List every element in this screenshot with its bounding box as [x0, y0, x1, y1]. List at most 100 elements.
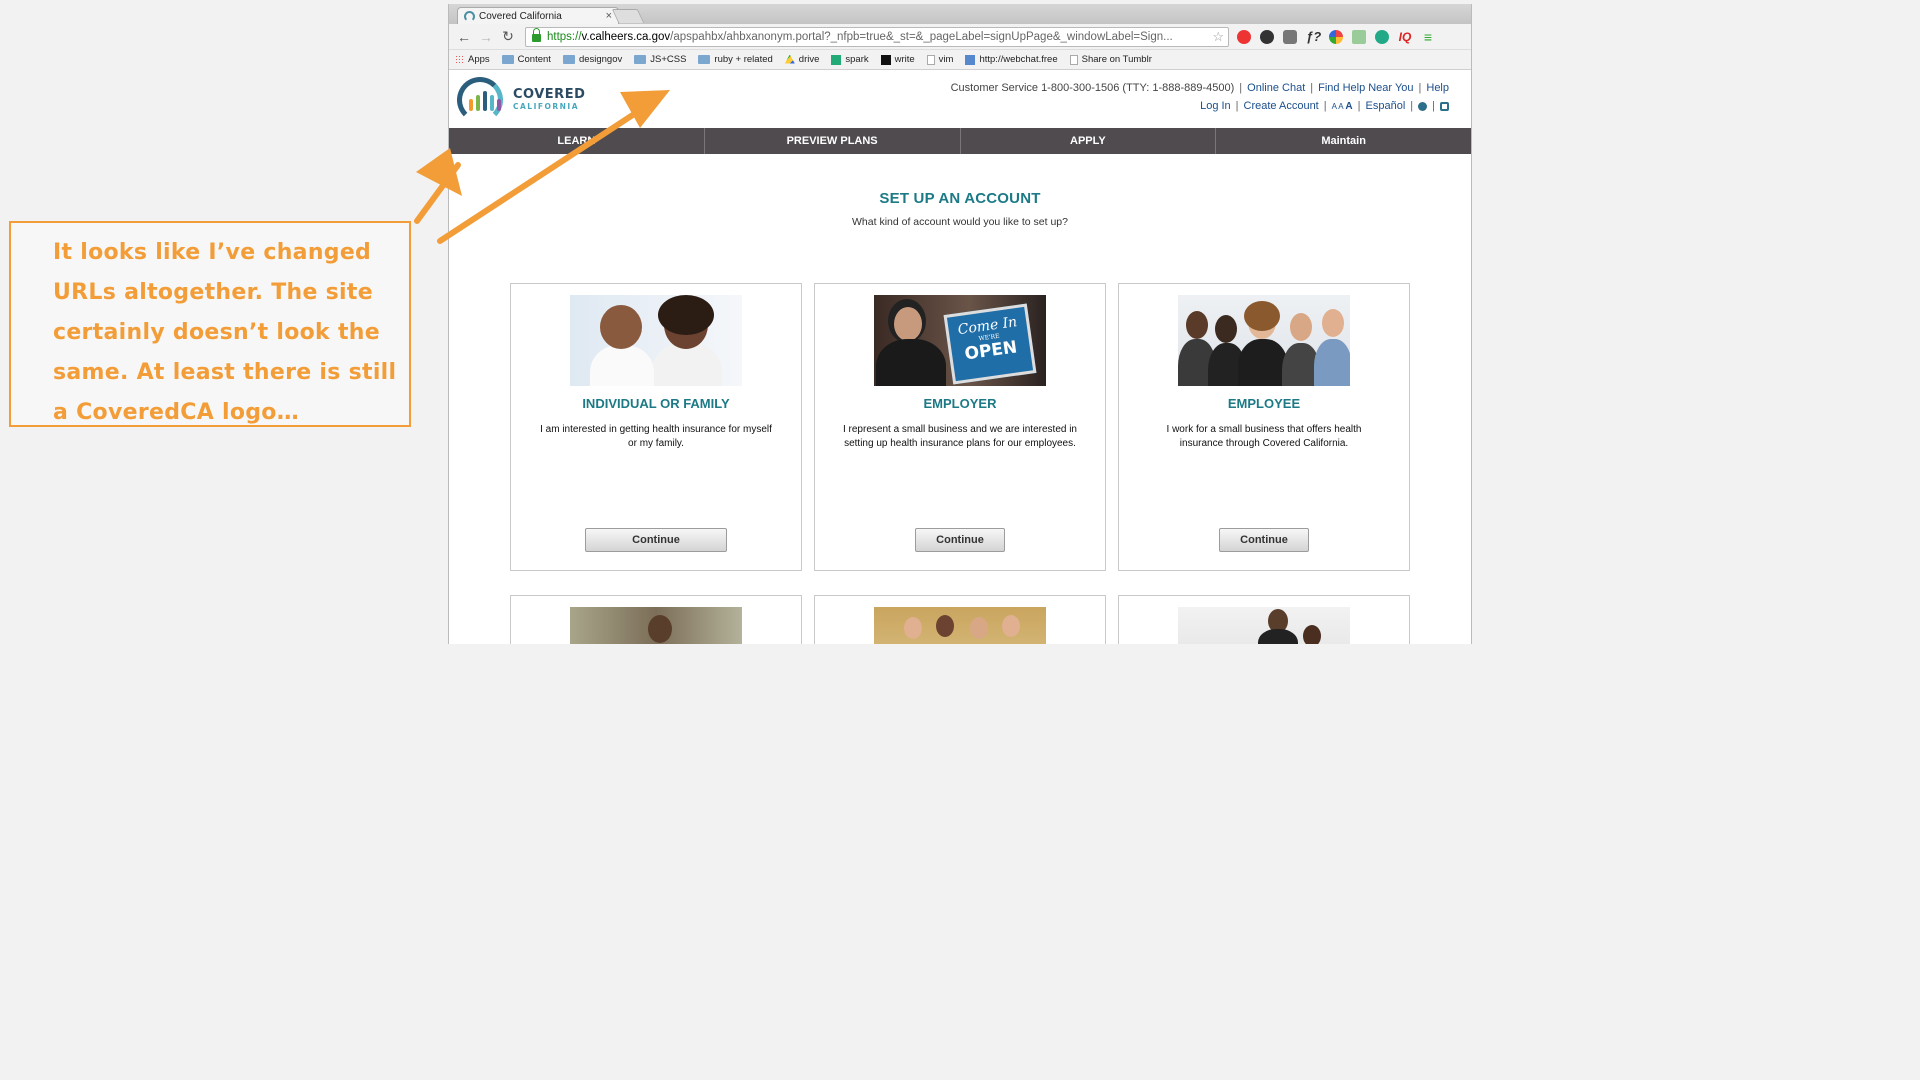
page-icon — [1069, 54, 1078, 65]
print-icon[interactable] — [1440, 101, 1449, 111]
webchat-icon — [965, 54, 976, 65]
browser-window: Covered California × ← → ↻ https:// v.ca… — [448, 4, 1472, 644]
utility-links: Customer Service 1-800-300-1506 (TTY: 1-… — [950, 82, 1449, 112]
url-path: /apspahbx/ahbxanonym.portal?_nfpb=true&_… — [670, 30, 1173, 43]
bookmarks-bar: Apps Content designgov JS+CSS ruby + rel… — [449, 50, 1471, 70]
continue-button-employer[interactable]: Continue — [915, 528, 1005, 552]
online-chat-link[interactable]: Online Chat — [1247, 82, 1305, 94]
content-area: SET UP AN ACCOUNT What kind of account w… — [449, 190, 1471, 228]
browser-toolbar: ← → ↻ https:// v.calheers.ca.gov /apspah… — [449, 24, 1471, 50]
page-icon — [926, 54, 935, 65]
card-description: I represent a small business and we are … — [842, 424, 1077, 449]
forward-button[interactable]: → — [475, 29, 497, 45]
employee-photo — [1178, 295, 1350, 386]
customer-service-text: Customer Service 1-800-300-1506 (TTY: 1-… — [950, 82, 1235, 94]
page-title: SET UP AN ACCOUNT — [879, 190, 1041, 207]
account-type-grid: INDIVIDUAL OR FAMILY I am interested in … — [510, 283, 1413, 571]
bookmark-star-icon[interactable]: ☆ — [1206, 29, 1224, 45]
new-tab-button[interactable] — [611, 9, 645, 23]
main-navigation: LEARN PREVIEW PLANS APPLY Maintain — [449, 128, 1471, 154]
close-tab-icon[interactable]: × — [606, 10, 612, 22]
font-extension-icon[interactable]: ƒ? — [1306, 29, 1321, 44]
logo-mark-icon — [455, 75, 507, 123]
find-help-link[interactable]: Find Help Near You — [1318, 82, 1413, 94]
continue-button-individual[interactable]: Continue — [585, 528, 727, 552]
bookmark-content[interactable]: Content — [501, 54, 551, 65]
open-sign: Come In WE'RE OPEN — [943, 303, 1037, 385]
card-description: I am interested in getting health insura… — [540, 424, 772, 449]
folder-icon — [698, 55, 711, 64]
folder-icon — [562, 55, 575, 64]
bookmark-ruby[interactable]: ruby + related — [698, 54, 773, 65]
account-card-individual: INDIVIDUAL OR FAMILY I am interested in … — [510, 283, 802, 571]
account-card-row2-3 — [1118, 595, 1410, 644]
nav-apply[interactable]: APPLY — [961, 128, 1217, 154]
bookmark-tumblr[interactable]: Share on Tumblr — [1069, 54, 1152, 65]
menu-icon[interactable]: ≡ — [1421, 30, 1435, 44]
account-card-row2-2 — [814, 595, 1106, 644]
bookmark-spark[interactable]: spark — [831, 54, 869, 65]
create-account-link[interactable]: Create Account — [1244, 100, 1319, 112]
covered-california-logo[interactable]: COVERED CALIFORNIA — [455, 75, 585, 123]
iq-extension-icon[interactable]: IQ — [1398, 30, 1412, 44]
tab-strip: Covered California × — [449, 4, 1471, 24]
nav-learn[interactable]: LEARN — [449, 128, 705, 154]
bookmark-write[interactable]: write — [880, 54, 915, 65]
help-link[interactable]: Help — [1426, 82, 1449, 94]
account-card-employer: Come In WE'RE OPEN EMPLOYER I represent … — [814, 283, 1106, 571]
write-icon — [880, 54, 891, 65]
browser-tab[interactable]: Covered California × — [457, 7, 619, 24]
tabs-extension-icon[interactable] — [1352, 29, 1366, 44]
login-link[interactable]: Log In — [1200, 100, 1231, 112]
url-host: v.calheers.ca.gov — [581, 30, 671, 43]
drive-icon — [784, 54, 795, 64]
card-title: EMPLOYER — [923, 396, 997, 411]
web-page: COVERED CALIFORNIA Customer Service 1-80… — [449, 70, 1471, 644]
globe-icon[interactable] — [1418, 101, 1428, 111]
card-title: INDIVIDUAL OR FAMILY — [582, 396, 730, 411]
favicon-icon — [464, 10, 475, 22]
bookmark-vim[interactable]: vim — [926, 54, 953, 65]
font-size-control[interactable]: A A A — [1332, 101, 1353, 112]
bookmark-js-css[interactable]: JS+CSS — [634, 54, 686, 65]
card-description: I work for a small business that offers … — [1166, 424, 1362, 449]
bookmark-drive[interactable]: drive — [784, 54, 819, 65]
site-header: COVERED CALIFORNIA Customer Service 1-80… — [449, 70, 1471, 128]
account-card-employee: EMPLOYEE I work for a small business tha… — [1118, 283, 1410, 571]
individual-family-photo — [570, 295, 742, 386]
new-extension-icon[interactable] — [1375, 29, 1389, 44]
account-type-grid-row2 — [510, 595, 1413, 644]
espanol-link[interactable]: Español — [1366, 100, 1406, 112]
row2-photo-3 — [1178, 607, 1350, 644]
address-bar[interactable]: https:// v.calheers.ca.gov /apspahbx/ahb… — [525, 26, 1229, 47]
logo-text-covered: COVERED — [513, 86, 586, 102]
page-subtitle: What kind of account would you like to s… — [852, 216, 1068, 228]
annotation-text: It looks like I’ve changed URLs altogeth… — [53, 240, 397, 425]
account-card-row2-1 — [510, 595, 802, 644]
row2-photo-2 — [874, 607, 1046, 644]
url-scheme: https:// — [547, 30, 582, 43]
adblock-extension-icon[interactable] — [1237, 29, 1251, 44]
extension-icons: ƒ? IQ ≡ — [1237, 29, 1435, 44]
lock-icon — [532, 28, 541, 42]
back-button[interactable]: ← — [453, 29, 475, 45]
spark-icon — [831, 54, 842, 65]
nav-preview-plans[interactable]: PREVIEW PLANS — [705, 128, 961, 154]
colorpicker-extension-icon[interactable] — [1329, 29, 1343, 44]
folder-icon — [501, 55, 514, 64]
pocket-extension-icon[interactable] — [1283, 29, 1297, 44]
dark-extension-icon[interactable] — [1260, 29, 1274, 44]
row2-photo-1 — [570, 607, 742, 644]
reload-button[interactable]: ↻ — [497, 28, 519, 45]
bookmark-designgov[interactable]: designgov — [562, 54, 622, 65]
logo-text-california: CALIFORNIA — [513, 101, 580, 111]
nav-maintain[interactable]: Maintain — [1216, 128, 1471, 154]
bookmark-webchat[interactable]: http://webchat.free — [965, 54, 1058, 65]
continue-button-employee[interactable]: Continue — [1219, 528, 1309, 552]
tab-title: Covered California — [479, 10, 562, 22]
card-title: EMPLOYEE — [1227, 396, 1301, 411]
annotation-callout: It looks like I’ve changed URLs altogeth… — [9, 221, 411, 427]
apps-grid-icon — [455, 55, 464, 64]
bookmark-apps[interactable]: Apps — [455, 54, 490, 65]
employer-photo: Come In WE'RE OPEN — [874, 295, 1046, 386]
